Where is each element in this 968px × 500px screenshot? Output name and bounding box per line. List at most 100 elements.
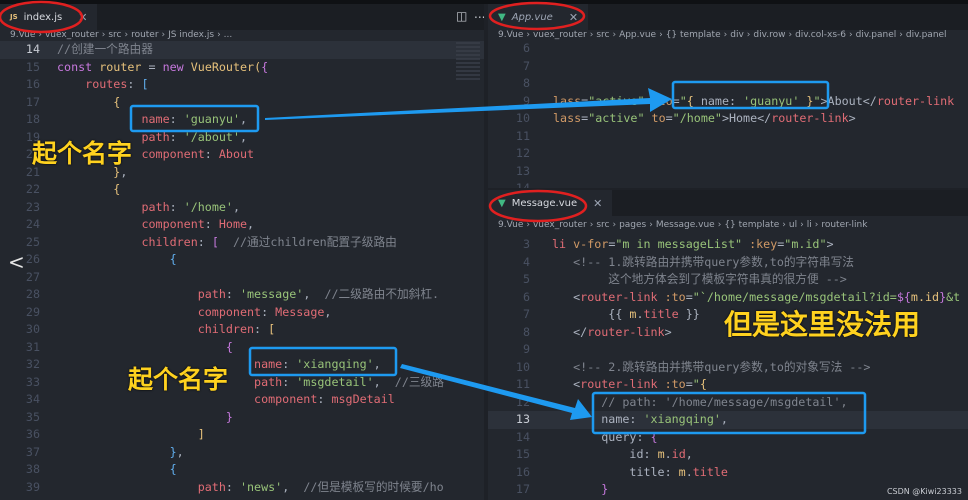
breadcrumb-item[interactable]: div.panel: [906, 30, 947, 40]
code-line[interactable]: 18 name: 'guanyu',: [0, 111, 484, 129]
code-line[interactable]: 15 const router = new VueRouter({: [0, 59, 484, 77]
chevron-right-icon: ›: [788, 30, 793, 40]
code-line[interactable]: 3 li v-for="m in messageList" :key="m.id"…: [488, 236, 968, 254]
breadcrumb-item[interactable]: 9.Vue: [10, 30, 35, 40]
code-line[interactable]: 35 }: [0, 409, 484, 427]
line-number: 30: [25, 322, 40, 336]
code-line[interactable]: 29 component: Message,: [0, 304, 484, 322]
code-text: children: [: [57, 321, 275, 339]
breadcrumb-item[interactable]: ul: [789, 220, 797, 230]
breadcrumb-item[interactable]: 9.Vue: [498, 220, 523, 230]
tab-app-vue[interactable]: ▼ App.vue ✕: [488, 4, 589, 30]
breadcrumb-item[interactable]: router-link: [821, 220, 867, 230]
editor-message-vue: ▼ Message.vue ✕ 9.Vue › vuex_router › src › pa…: [488, 190, 968, 500]
code-line[interactable]: 24 component: Home,: [0, 216, 484, 234]
code-line[interactable]: 11: [488, 128, 968, 146]
breadcrumb-item[interactable]: 9.Vue: [498, 30, 523, 40]
code-line[interactable]: 15 id: m.id,: [488, 446, 968, 464]
code-line[interactable]: 14 query: {: [488, 429, 968, 447]
code-line[interactable]: 10 lass="active" to="/home">Home</router-…: [488, 110, 968, 128]
breadcrumb-item[interactable]: div.col-xs-6: [795, 30, 846, 40]
code-text: {: [57, 181, 120, 199]
breadcrumb-item[interactable]: div.panel: [856, 30, 897, 40]
code-line[interactable]: 8: [488, 75, 968, 93]
close-icon[interactable]: ✕: [593, 197, 602, 210]
code-token: // path: '/home/message/msgdetail',: [601, 394, 848, 409]
code-line[interactable]: 7: [488, 58, 968, 76]
code-token: msgDetail: [331, 392, 395, 406]
split-editor-icon[interactable]: ◫: [456, 9, 467, 23]
breadcrumb-item[interactable]: JS index.js: [168, 30, 214, 40]
breadcrumb-item[interactable]: ...: [224, 30, 233, 40]
breadcrumb-item[interactable]: src: [596, 220, 609, 230]
code-token: title: [643, 307, 679, 321]
code-line[interactable]: 9: [488, 341, 968, 359]
code-line[interactable]: 36 ]: [0, 426, 484, 444]
code-line[interactable]: 13: [488, 163, 968, 181]
close-icon[interactable]: ✕: [569, 11, 578, 24]
breadcrumb-item[interactable]: div: [730, 30, 744, 40]
code-line[interactable]: 26 {: [0, 251, 484, 269]
code-line[interactable]: 30 children: [: [0, 321, 484, 339]
code-line[interactable]: 32 name: 'xiangqing',: [0, 356, 484, 374]
line-number: 39: [25, 479, 40, 494]
breadcrumb-item[interactable]: App.vue: [619, 30, 656, 40]
code-line[interactable]: 10 <!-- 2.跳转路由并携带query参数,to的对象写法 -->: [488, 359, 968, 377]
code-line[interactable]: 34 component: msgDetail: [0, 391, 484, 409]
breadcrumb-item[interactable]: vuex_router: [45, 30, 99, 40]
close-icon[interactable]: ✕: [78, 11, 87, 24]
editor-app-vue: ▼ App.vue ✕ 9.Vue › vuex_router › src › App.vu…: [488, 4, 968, 188]
code-line[interactable]: 12 // path: '/home/message/msgdetail',: [488, 394, 968, 412]
breadcrumb-item[interactable]: src: [108, 30, 121, 40]
code-line[interactable]: 11 <router-link :to="{: [488, 376, 968, 394]
code-line[interactable]: 27: [0, 269, 484, 287]
annotation-cannot-use-here: 但是这里没法用: [724, 308, 921, 341]
code-line[interactable]: 16 routes: [: [0, 76, 484, 94]
code-line[interactable]: 25 children: [ //通过children配置子级路由: [0, 234, 484, 252]
breadcrumb-item[interactable]: div.row: [753, 30, 785, 40]
code-line[interactable]: 4 <!-- 1.跳转路由并携带query参数,to的字符串写法: [488, 254, 968, 272]
tab-index-js[interactable]: JS index.js ✕: [0, 4, 98, 30]
code-line[interactable]: 6: [488, 40, 968, 58]
breadcrumb-item[interactable]: router: [131, 30, 158, 40]
minimap[interactable]: [456, 42, 480, 82]
chevron-left-icon[interactable]: <: [8, 250, 25, 274]
code-line[interactable]: 23 path: '/home',: [0, 199, 484, 217]
breadcrumb-item[interactable]: li: [807, 220, 812, 230]
code-line[interactable]: 33 path: 'msgdetail', //三级路: [0, 374, 484, 392]
code-line[interactable]: 17 {: [0, 94, 484, 112]
code-line[interactable]: 31 {: [0, 339, 484, 357]
code-area[interactable]: 3 li v-for="m in messageList" :key="m.id"…: [488, 236, 968, 499]
code-line[interactable]: 5 这个地方体会到了模板字符串真的很方便 -->: [488, 271, 968, 289]
breadcrumb-item[interactable]: {} template: [666, 30, 721, 40]
code-line[interactable]: 14 //创建一个路由器: [0, 41, 484, 59]
breadcrumb-item[interactable]: src: [596, 30, 609, 40]
chevron-right-icon: ›: [899, 30, 903, 40]
code-line[interactable]: 14: [488, 180, 968, 188]
code-line[interactable]: 22 {: [0, 181, 484, 199]
code-area[interactable]: 6 7 8 9 lass="active" :to="{ name: 'guanyu' …: [488, 40, 968, 188]
breadcrumb-item[interactable]: pages: [619, 220, 646, 230]
code-token: =: [685, 289, 693, 304]
chevron-right-icon: ›: [124, 30, 129, 40]
tab-message-vue[interactable]: ▼ Message.vue ✕: [488, 190, 613, 216]
code-line[interactable]: 13 name: 'xiangqing',: [488, 411, 968, 429]
code-area[interactable]: 14 //创建一个路由器 15 const router = new VueRoute…: [0, 41, 484, 496]
breadcrumb-item[interactable]: {} template: [724, 220, 779, 230]
code-line[interactable]: 12: [488, 145, 968, 163]
code-line[interactable]: 38 {: [0, 461, 484, 479]
code-token: "/home": [672, 111, 722, 125]
code-line[interactable]: 9 lass="active" :to="{ name: 'guanyu' }">…: [488, 93, 968, 111]
code-line[interactable]: 39 path: 'news', //但是模板写的时候要/ho: [0, 479, 484, 497]
code-line[interactable]: 28 path: 'message', //二级路由不加斜杠.: [0, 286, 484, 304]
code-text: title: m.title: [552, 464, 728, 482]
code-line[interactable]: 16 title: m.title: [488, 464, 968, 482]
code-token: </: [552, 324, 588, 339]
more-icon[interactable]: ...: [474, 7, 484, 21]
breadcrumb-item[interactable]: Message.vue: [656, 220, 715, 230]
breadcrumb-item[interactable]: vuex_router: [533, 30, 587, 40]
breadcrumb-item[interactable]: vuex_router: [533, 220, 587, 230]
code-line[interactable]: 37 },: [0, 444, 484, 462]
